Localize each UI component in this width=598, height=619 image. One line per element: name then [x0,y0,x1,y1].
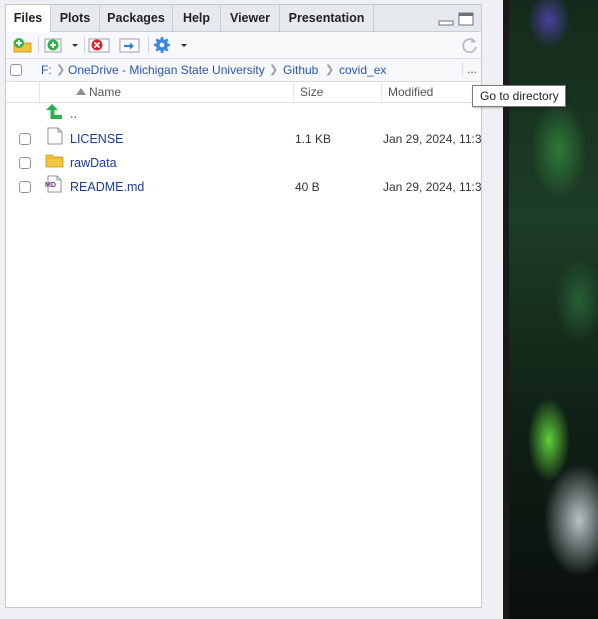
files-toolbar [6,32,481,59]
breadcrumb-github[interactable]: Github [283,63,318,77]
file-list-header: Name Size Modified [6,82,481,103]
folder-icon [45,154,64,168]
chevron-right-icon: ❯ [56,64,66,76]
sort-ascending-icon [76,88,86,95]
tab-bar: Files Plots Packages Help Viewer Present… [6,5,481,32]
chevron-right-icon: ❯ [325,64,335,76]
table-row: MD README.md 40 B Jan 29, 2024, 11:3 [6,174,482,198]
text-file-icon [47,127,63,145]
tab-help[interactable]: Help [173,5,221,31]
breadcrumb-onedrive[interactable]: OneDrive - Michigan State University [68,63,265,77]
file-name-link[interactable]: LICENSE [70,132,124,146]
size-column-header[interactable]: Size [293,82,381,102]
tab-files[interactable]: Files [6,5,51,32]
chevron-right-icon: ❯ [269,64,279,76]
toolbar-separator [148,37,149,53]
tab-packages[interactable]: Packages [100,5,173,31]
breadcrumb-drive[interactable]: F: [41,63,52,77]
toolbar-separator [84,37,85,53]
up-arrow-icon [46,104,62,119]
file-size: 1.1 KB [295,132,332,146]
file-name-link[interactable]: rawData [70,156,117,170]
name-column-header[interactable]: Name [39,82,293,102]
gear-icon[interactable] [152,36,188,54]
markdown-file-icon: MD [45,175,62,193]
table-row: rawData [6,150,481,174]
select-all-checkbox[interactable] [10,64,22,76]
minimize-pane-icon[interactable] [438,14,454,26]
file-size: 40 B [295,180,320,194]
new-blank-file-icon[interactable] [44,36,80,54]
go-to-directory-button[interactable]: ... [462,62,477,76]
delete-icon[interactable] [88,36,112,54]
breadcrumb-covid-ex[interactable]: covid_ex [339,63,386,77]
parent-directory-row[interactable]: .. [6,102,481,126]
modified-column-header[interactable]: Modified [381,82,481,102]
name-column-label: Name [89,85,122,99]
table-row: LICENSE 1.1 KB Jan 29, 2024, 11:3 [6,126,482,150]
go-to-directory-tooltip: Go to directory [472,85,566,107]
file-modified: Jan 29, 2024, 11:3 [383,132,482,146]
checkbox-column-header [6,82,39,102]
file-name-link[interactable]: README.md [70,180,144,194]
maximize-pane-icon[interactable] [458,12,474,26]
new-folder-icon[interactable] [12,36,34,54]
parent-directory-link[interactable]: .. [70,107,77,121]
row-checkbox[interactable] [19,181,31,193]
toolbar-separator [38,37,39,53]
rename-icon[interactable] [118,36,142,54]
row-checkbox[interactable] [19,157,31,169]
row-checkbox[interactable] [19,133,31,145]
tab-plots[interactable]: Plots [51,5,100,31]
tab-presentation[interactable]: Presentation [280,5,374,31]
breadcrumb: F: ❯ OneDrive - Michigan State Universit… [6,59,481,82]
svg-text:MD: MD [45,182,56,189]
tab-viewer[interactable]: Viewer [221,5,280,31]
refresh-icon[interactable] [460,35,480,53]
file-modified: Jan 29, 2024, 11:3 [383,180,482,194]
files-pane: Files Plots Packages Help Viewer Present… [5,4,482,608]
